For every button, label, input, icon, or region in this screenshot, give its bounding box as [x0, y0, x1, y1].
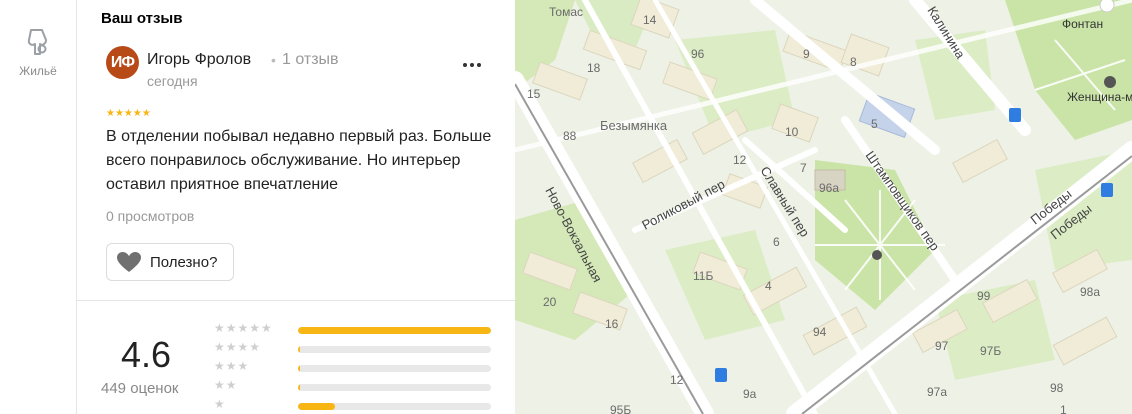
- average-rating: 4.6: [121, 334, 172, 375]
- more-options-button[interactable]: [460, 55, 484, 75]
- map-house-number: 10: [785, 125, 799, 139]
- map-canvas[interactable]: Томас Безымянка Роликовый пер Славный пе…: [515, 0, 1132, 414]
- map-house-number: 4: [765, 279, 772, 293]
- more-dot-icon: [477, 63, 481, 67]
- useful-button[interactable]: Полезно?: [106, 243, 234, 281]
- rating-row-track: [298, 403, 491, 410]
- review-panel: Ваш отзыв ИФ Игорь Фролов • 1 отзыв сего…: [77, 0, 515, 414]
- map-house-number: 12: [670, 373, 684, 387]
- rating-row-1[interactable]: ★: [214, 397, 514, 412]
- map-house-number: 96а: [819, 181, 839, 195]
- rating-row-fill: [298, 365, 300, 372]
- rating-row-4[interactable]: ★★★★: [214, 340, 514, 355]
- useful-label: Полезно?: [150, 253, 218, 271]
- rail-item-housing[interactable]: Жильё: [0, 26, 76, 78]
- author-name[interactable]: Игорь Фролов: [147, 51, 251, 69]
- rating-row-track: [298, 365, 491, 372]
- map-house-number: 97а: [927, 385, 947, 399]
- map-house-number: 18: [587, 61, 601, 75]
- rating-row-stars: ★★★★★: [214, 321, 273, 335]
- map-house-number: 96: [691, 47, 705, 61]
- left-rail: Жильё: [0, 0, 77, 414]
- rating-row-track: [298, 327, 491, 334]
- map-house-number: 99: [977, 289, 991, 303]
- rating-row-track: [298, 346, 491, 353]
- map-house-number: 1: [1060, 403, 1067, 414]
- rating-row-stars: ★★★★: [214, 340, 262, 354]
- rail-label-housing: Жильё: [19, 64, 57, 78]
- map-poi-label: Фонтан: [1062, 17, 1103, 31]
- rating-row-stars: ★★: [214, 378, 238, 392]
- review-date: сегодня: [147, 73, 198, 89]
- review-text: В отделении побывал недавно первый раз. …: [106, 128, 492, 193]
- map-house-number: 9а: [743, 387, 757, 401]
- map-house-number: 9: [803, 47, 810, 61]
- map-house-number: 88: [563, 129, 577, 143]
- section-title: Ваш отзыв: [101, 10, 183, 27]
- rating-count: 449 оценок: [101, 380, 179, 397]
- heart-icon: [117, 252, 141, 272]
- map-street-label: Томас: [549, 5, 583, 19]
- map-house-number: 14: [643, 13, 657, 27]
- map-house-number: 12: [733, 153, 747, 167]
- rating-row-fill: [298, 384, 300, 391]
- rating-row-fill: [298, 327, 491, 334]
- author-review-count: 1 отзыв: [282, 51, 339, 68]
- map-house-number: 97: [935, 339, 949, 353]
- rating-row-stars: ★: [214, 397, 226, 411]
- map-view[interactable]: Томас Безымянка Роликовый пер Славный пе…: [515, 0, 1132, 414]
- map-house-number: 98а: [1080, 285, 1100, 299]
- author-separator: •: [271, 52, 276, 68]
- map-house-number: 16: [605, 317, 619, 331]
- housing-icon: [27, 29, 47, 55]
- avatar[interactable]: ИФ: [106, 46, 139, 79]
- map-house-number: 7: [800, 161, 807, 175]
- map-house-number: 8: [850, 55, 857, 69]
- map-poi-label: Женщина-м: [1067, 90, 1132, 104]
- map-house-number: 5: [871, 117, 878, 131]
- rating-row-3[interactable]: ★★★: [214, 359, 514, 374]
- rating-row-fill: [298, 403, 335, 410]
- rating-row-5[interactable]: ★★★★★: [214, 321, 514, 336]
- review-rating-stars: ★★★★★: [106, 108, 151, 119]
- map-house-number: 6: [773, 235, 780, 249]
- views-count: 0 просмотров: [106, 208, 195, 224]
- more-dot-icon: [463, 63, 467, 67]
- map-house-number: 97Б: [980, 344, 1001, 358]
- map-house-number: 94: [813, 325, 827, 339]
- rating-row-fill: [298, 346, 300, 353]
- divider: [77, 300, 515, 301]
- map-house-number: 98: [1050, 381, 1064, 395]
- rating-row-track: [298, 384, 491, 391]
- map-house-number: 20: [543, 295, 557, 309]
- map-house-number: 95Б: [610, 403, 631, 414]
- map-street-label: Безымянка: [600, 118, 668, 133]
- map-house-number: 15: [527, 87, 541, 101]
- rating-row-stars: ★★★: [214, 359, 250, 373]
- more-dot-icon: [470, 63, 474, 67]
- rating-row-2[interactable]: ★★: [214, 378, 514, 393]
- map-house-number: 11Б: [693, 269, 713, 283]
